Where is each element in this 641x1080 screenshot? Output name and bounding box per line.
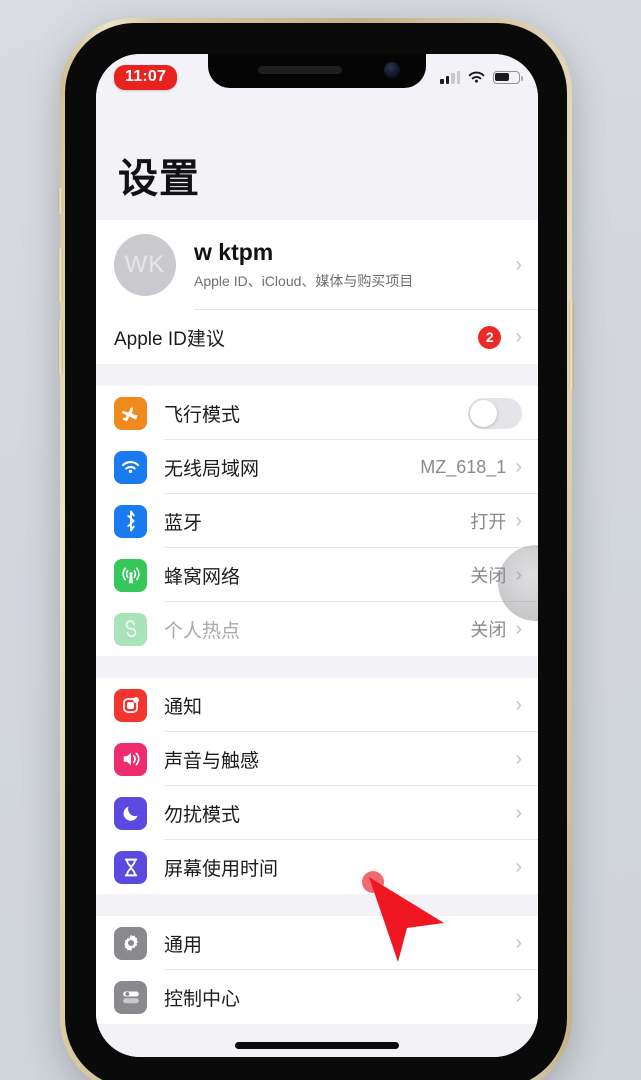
volume-down-button[interactable] <box>58 320 63 374</box>
settings-row-screen-time[interactable]: 屏幕使用时间 › <box>96 840 538 894</box>
battery-icon <box>493 70 523 84</box>
chevron-right-icon: › <box>515 748 522 770</box>
notifications-group: 通知 › 声音与触感 › 勿扰模式 › 屏幕使用时间 › <box>96 678 538 894</box>
general-group: 通用 › 控制中心 › <box>96 916 538 1024</box>
settings-row-value: 关闭 <box>470 620 507 640</box>
settings-row-value: 关闭 <box>470 566 507 586</box>
status-badge: 2 <box>478 325 502 349</box>
chevron-right-icon: › <box>515 564 522 586</box>
personal-hotspot-icon <box>114 612 147 646</box>
volume-up-button[interactable] <box>58 248 63 302</box>
settings-row-cellular[interactable]: 蜂窝网络 关闭 › <box>96 548 538 602</box>
sound-speaker-icon <box>114 742 147 776</box>
avatar: WK <box>114 234 176 296</box>
apple-account-row[interactable]: WK w ktpm Apple ID、iCloud、媒体与购买项目 › <box>96 220 538 310</box>
settings-row-notifications[interactable]: 通知 › <box>96 678 538 732</box>
settings-row-control-center[interactable]: 控制中心 › <box>96 970 538 1024</box>
settings-row-value: 打开 <box>470 512 507 532</box>
settings-row-label: 蓝牙 <box>164 512 203 534</box>
account-name: w ktpm <box>194 239 274 265</box>
settings-row-general[interactable]: 通用 › <box>96 916 538 970</box>
power-button[interactable] <box>569 300 574 390</box>
notification-bell-icon <box>114 688 147 722</box>
chevron-right-icon: › <box>515 802 522 824</box>
chevron-right-icon: › <box>515 456 522 478</box>
settings-row-sounds-haptics[interactable]: 声音与触感 › <box>96 732 538 786</box>
page-title: 设置 <box>118 157 200 201</box>
settings-row-do-not-disturb[interactable]: 勿扰模式 › <box>96 786 538 840</box>
phone-screen: 11:07 设置 WK w ktpm Apple ID、iCloud、媒体与购买… <box>96 54 538 1057</box>
settings-row-label: 勿扰模式 <box>164 804 241 826</box>
gear-icon <box>114 926 147 960</box>
mute-switch-button[interactable] <box>58 188 63 214</box>
cellular-signal-icon <box>440 70 460 84</box>
apple-id-suggestion-row[interactable]: Apple ID建议 2 › <box>96 310 538 364</box>
settings-row-label: 控制中心 <box>164 988 241 1010</box>
settings-row-label: 飞行模式 <box>164 404 241 426</box>
settings-row-airplane-mode[interactable]: 飞行模式 <box>96 386 538 440</box>
chevron-right-icon: › <box>515 254 522 276</box>
settings-row-personal-hotspot[interactable]: 个人热点 关闭 › <box>96 602 538 656</box>
chevron-right-icon: › <box>515 326 522 348</box>
chevron-right-icon: › <box>515 618 522 640</box>
connectivity-group: 飞行模式 无线局域网 MZ_618_1 › 蓝牙 打开 › 蜂窝网络 关闭 › … <box>96 386 538 656</box>
settings-row-label: 无线局域网 <box>164 458 260 480</box>
chevron-right-icon: › <box>515 932 522 954</box>
wifi-icon <box>114 450 147 484</box>
chevron-right-icon: › <box>515 986 522 1008</box>
settings-row-value: MZ_618_1 <box>420 456 507 477</box>
settings-row-label: 屏幕使用时间 <box>164 858 279 880</box>
cellular-antenna-icon <box>114 558 147 592</box>
chevron-right-icon: › <box>515 694 522 716</box>
settings-row-wifi[interactable]: 无线局域网 MZ_618_1 › <box>96 440 538 494</box>
settings-row-label: 个人热点 <box>164 620 241 642</box>
hourglass-icon <box>114 850 147 884</box>
bluetooth-icon <box>114 504 147 538</box>
wifi-icon <box>468 71 485 83</box>
settings-row-label: 通知 <box>164 696 203 718</box>
moon-icon <box>114 796 147 830</box>
account-subtitle: Apple ID、iCloud、媒体与购买项目 <box>194 273 414 289</box>
control-center-icon <box>114 980 147 1014</box>
screenshot-stage: 11:07 设置 WK w ktpm Apple ID、iCloud、媒体与购买… <box>0 0 641 1080</box>
settings-content: 设置 WK w ktpm Apple ID、iCloud、媒体与购买项目 › A… <box>96 54 538 1057</box>
settings-row-label: 声音与触感 <box>164 750 260 772</box>
status-bar-icons <box>440 70 523 84</box>
account-group: WK w ktpm Apple ID、iCloud、媒体与购买项目 › Appl… <box>96 220 538 364</box>
settings-row-bluetooth[interactable]: 蓝牙 打开 › <box>96 494 538 548</box>
home-indicator-bar <box>235 1042 399 1049</box>
recording-time-indicator: 11:07 <box>114 64 178 90</box>
settings-row-label: 蜂窝网络 <box>164 566 241 588</box>
airplane-icon <box>114 396 147 430</box>
settings-row-label: 通用 <box>164 934 203 956</box>
apple-id-suggestion-label: Apple ID建议 <box>114 328 225 350</box>
status-bar: 11:07 <box>96 54 538 98</box>
chevron-right-icon: › <box>515 510 522 532</box>
airplane-mode-toggle[interactable] <box>468 397 522 429</box>
chevron-right-icon: › <box>515 856 522 878</box>
